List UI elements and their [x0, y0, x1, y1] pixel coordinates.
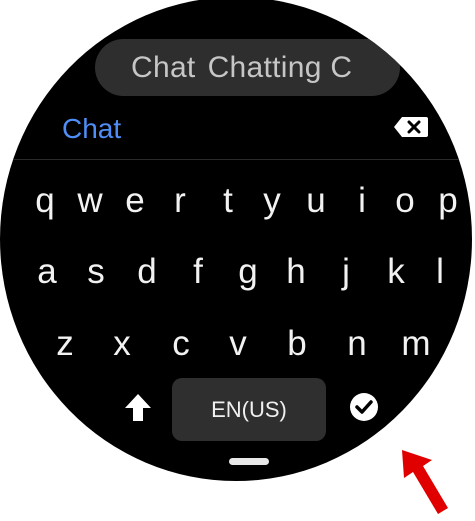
keyboard-row-1: qwertyuiop — [0, 176, 472, 226]
key[interactable]: p — [428, 176, 468, 226]
suggestion-bar: Chat Chatting C — [95, 39, 400, 96]
key[interactable]: h — [276, 247, 316, 297]
key[interactable]: u — [296, 176, 336, 226]
backspace-icon[interactable] — [393, 116, 429, 138]
key[interactable]: g — [228, 247, 268, 297]
suggestion-chip[interactable]: Chatting C — [208, 51, 353, 85]
watch-screen: Chat Chatting C Chat qwertyuiop asdfghjk… — [0, 0, 472, 481]
key[interactable]: e — [115, 176, 155, 226]
check-circle-icon[interactable] — [346, 389, 382, 425]
key[interactable]: w — [70, 176, 110, 226]
key[interactable]: r — [160, 176, 200, 226]
key[interactable]: f — [178, 247, 218, 297]
key[interactable]: z — [45, 319, 85, 369]
key[interactable]: k — [376, 247, 416, 297]
key[interactable]: y — [252, 176, 292, 226]
divider — [0, 159, 472, 160]
key[interactable]: s — [76, 247, 116, 297]
key[interactable]: l — [420, 247, 460, 297]
key[interactable]: v — [218, 319, 258, 369]
compose-text: Chat — [62, 113, 122, 144]
key[interactable]: x — [102, 319, 142, 369]
key[interactable]: d — [127, 247, 167, 297]
key[interactable]: j — [326, 247, 366, 297]
key[interactable]: t — [208, 176, 248, 226]
key[interactable]: m — [396, 319, 436, 369]
keyboard-row-3: zxcvbnm — [0, 319, 472, 369]
key[interactable]: n — [337, 319, 377, 369]
suggestion-chip[interactable]: Chat — [131, 51, 196, 85]
key[interactable]: b — [277, 319, 317, 369]
key[interactable]: i — [342, 176, 382, 226]
key[interactable]: q — [25, 176, 65, 226]
key[interactable]: o — [385, 176, 425, 226]
drag-handle[interactable] — [229, 458, 269, 465]
space-key[interactable]: EN(US) — [172, 378, 326, 441]
key[interactable]: c — [161, 319, 201, 369]
key[interactable]: a — [27, 247, 67, 297]
space-key-label: EN(US) — [211, 396, 287, 422]
shift-arrow-icon[interactable] — [119, 389, 157, 427]
red-arrow-icon — [392, 446, 452, 516]
keyboard-row-2: asdfghjkl — [0, 247, 472, 297]
